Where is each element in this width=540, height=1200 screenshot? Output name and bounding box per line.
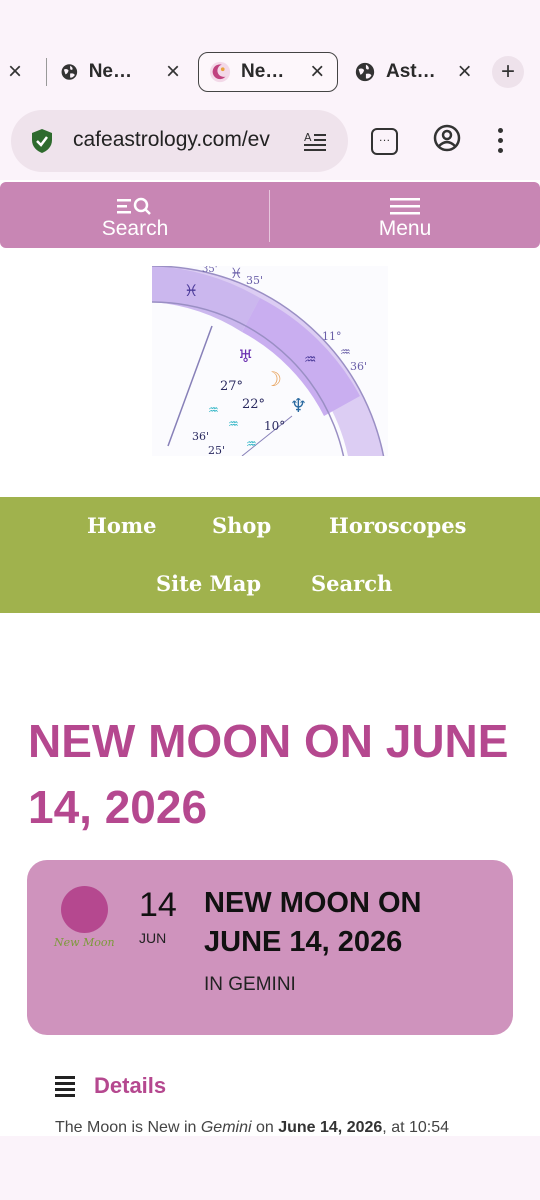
nav-home[interactable]: Home	[87, 513, 156, 538]
page-title-line1: NEW MOON ON JUNE	[28, 715, 509, 767]
tab-title: Ne…	[88, 61, 132, 82]
chart-label: ♒	[246, 437, 257, 451]
chart-label: ♒	[228, 417, 239, 431]
more-options-icon[interactable]	[498, 128, 506, 158]
hamburger-icon	[390, 198, 420, 215]
chart-label: ♓	[184, 281, 198, 300]
header-search-button[interactable]: Search	[80, 182, 190, 248]
tab-new-moon-active[interactable]: Ne… ×	[198, 52, 338, 92]
chart-label: ♓	[230, 266, 243, 282]
nav-site-map[interactable]: Site Map	[156, 571, 261, 596]
chart-label: 36'	[350, 360, 367, 373]
tab-close-icon[interactable]: ×	[458, 58, 472, 86]
chart-label: 35'	[202, 266, 217, 275]
new-moon-image-caption: New Moon	[54, 936, 115, 949]
chart-label: ♒	[208, 403, 219, 417]
details-sign: Gemini	[200, 1119, 252, 1136]
svg-text:A: A	[304, 131, 312, 144]
tab-partial[interactable]: ×	[8, 52, 22, 92]
details-text-prefix: The Moon is New in	[55, 1119, 201, 1136]
url-text[interactable]: cafeastrology.com/ev	[73, 128, 293, 152]
details-date: June 14, 2026	[278, 1119, 383, 1136]
globe-icon	[61, 64, 78, 80]
nav-search[interactable]: Search	[311, 571, 392, 596]
details-heading: Details	[54, 1070, 166, 1102]
tab-new-moon-1[interactable]: Ne… ×	[60, 52, 180, 92]
search-list-icon	[117, 197, 151, 215]
cafe-astrology-favicon-icon	[209, 61, 231, 83]
chart-label: 35'	[246, 274, 263, 287]
globe-icon	[355, 62, 375, 82]
event-month: JUN	[139, 930, 167, 946]
event-subtitle: IN GEMINI	[204, 974, 296, 995]
details-list-icon	[55, 1076, 75, 1097]
event-card[interactable]: New Moon 14 JUN NEW MOON ON JUNE 14, 202…	[27, 860, 513, 1035]
tab-switcher-button[interactable]: …	[371, 128, 398, 155]
details-text-suffix: , at 10:54	[382, 1119, 450, 1136]
chart-label: 25'	[208, 444, 225, 456]
reader-mode-icon[interactable]: A	[303, 130, 327, 154]
chart-label: ♒	[340, 345, 351, 359]
header-divider	[269, 190, 270, 242]
chart-label: ☽	[264, 367, 282, 391]
chart-label: ♅	[238, 347, 253, 367]
tab-close-icon[interactable]: ×	[8, 58, 22, 86]
astrology-chart-image: 35' ♓ 35' ♓ 11° ♒ ♒ 36' ♅ ☽ 27° 22° ♆ ♒ …	[152, 266, 388, 456]
event-title: NEW MOON ON JUNE 14, 2026	[204, 884, 494, 962]
address-bar-row: cafeastrology.com/ev A …	[0, 104, 540, 180]
header-search-label: Search	[101, 217, 169, 240]
nav-shop[interactable]: Shop	[212, 513, 271, 538]
address-bar[interactable]: cafeastrology.com/ev A	[11, 110, 348, 172]
chart-label: 11°	[322, 330, 342, 343]
details-text-mid: on	[251, 1119, 279, 1136]
chart-label: 22°	[242, 397, 265, 412]
header-menu-label: Menu	[378, 217, 432, 240]
tab-separator	[46, 58, 47, 86]
main-nav: Home Shop Horoscopes Site Map Search	[0, 497, 540, 613]
new-moon-image	[61, 886, 108, 933]
site-header-bar: Search Menu	[0, 182, 540, 248]
tab-title: Ast…	[386, 61, 436, 82]
chart-label: 27°	[220, 379, 243, 394]
tab-strip: × Ne… × Ne… × Ast… × +	[0, 0, 540, 104]
tab-title: Ne…	[241, 61, 285, 82]
security-shield-icon[interactable]	[31, 128, 53, 154]
event-title-line1: NEW MOON ON	[204, 887, 422, 919]
tab-close-icon[interactable]: ×	[166, 58, 180, 86]
nav-horoscopes[interactable]: Horoscopes	[329, 513, 466, 538]
tab-close-icon[interactable]: ×	[310, 58, 324, 86]
details-label: Details	[94, 1073, 167, 1098]
event-title-line2: JUNE 14, 2026	[204, 926, 403, 958]
event-day: 14	[139, 886, 177, 924]
chart-label: 36'	[192, 430, 209, 443]
header-menu-button[interactable]: Menu	[350, 182, 460, 248]
page-title-line2: 14, 2026	[28, 781, 208, 833]
new-tab-button[interactable]: +	[492, 56, 524, 88]
page-bottom-area	[0, 1136, 540, 1200]
chart-label: ♆	[290, 395, 307, 417]
account-icon[interactable]	[433, 124, 461, 152]
chart-label: ♒	[304, 352, 317, 368]
page-title: NEW MOON ON JUNE 14, 2026	[28, 708, 518, 840]
chart-label: 10°	[264, 419, 285, 433]
details-text: The Moon is New in Gemini on June 14, 20…	[55, 1119, 449, 1137]
plus-icon: +	[500, 58, 515, 85]
tab-astrology[interactable]: Ast… ×	[354, 52, 474, 92]
